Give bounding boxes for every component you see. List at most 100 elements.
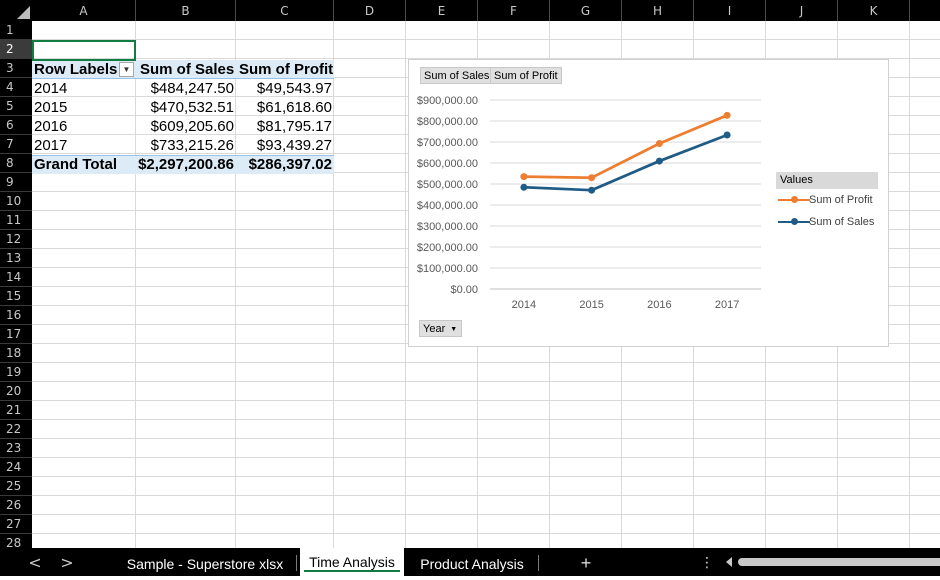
row-header[interactable]: 14 (0, 268, 32, 287)
legend-marker-swatch (791, 218, 798, 225)
grid-row-line (32, 362, 940, 363)
pivot-row-profit[interactable]: $81,795.17 (236, 117, 332, 136)
pivot-row-sales[interactable]: $484,247.50 (136, 79, 234, 98)
year-axis-field-button[interactable]: Year ▼ (419, 320, 463, 337)
row-header[interactable]: 25 (0, 477, 32, 496)
tab-separator (538, 555, 539, 571)
row-header[interactable]: 12 (0, 230, 32, 249)
data-point[interactable] (723, 131, 731, 139)
pivot-row-sales[interactable]: $733,215.26 (136, 136, 234, 155)
pivot-chart[interactable]: Sum of Sales Sum of Profit $0.00 $100,000… (408, 59, 889, 347)
grid-column-line (909, 21, 910, 548)
row-header[interactable]: 17 (0, 325, 32, 344)
sheet-tab-sample-superstore[interactable]: Sample - Superstore xlsx (116, 548, 294, 576)
column-header-a[interactable]: A (32, 0, 136, 21)
row-header[interactable]: 26 (0, 496, 32, 515)
next-sheet-button[interactable]: > (57, 548, 77, 576)
grid-row-line (32, 495, 940, 496)
row-header[interactable]: 8 (0, 154, 32, 173)
data-point[interactable] (588, 174, 596, 182)
row-header[interactable]: 15 (0, 287, 32, 306)
data-point[interactable] (588, 186, 596, 194)
data-point[interactable] (655, 139, 663, 147)
row-header[interactable]: 6 (0, 116, 32, 135)
legend-label: Sum of Sales (809, 216, 875, 228)
column-header-c[interactable]: C (236, 0, 334, 21)
pivot-row-profit[interactable]: $93,439.27 (236, 136, 332, 155)
scrollbar-thumb[interactable] (738, 558, 940, 566)
row-header[interactable]: 1 (0, 21, 32, 40)
scroll-left-icon[interactable] (726, 557, 732, 567)
row-header[interactable]: 3 (0, 59, 32, 78)
x-tick-label: 2016 (647, 299, 671, 311)
pivot-sum-profit-header[interactable]: Sum of Profit (239, 60, 333, 79)
row-header[interactable]: 10 (0, 192, 32, 211)
row-header[interactable]: 18 (0, 344, 32, 363)
grid-row-line (32, 457, 940, 458)
row-header[interactable]: 16 (0, 306, 32, 325)
legend-marker-swatch (791, 196, 798, 203)
previous-sheet-button[interactable]: < (25, 548, 45, 576)
pivot-row-labels-header[interactable]: Row Labels (34, 60, 117, 79)
column-header-h[interactable]: H (622, 0, 694, 21)
column-header-e[interactable]: E (406, 0, 478, 21)
data-point[interactable] (520, 183, 528, 191)
row-header[interactable]: 27 (0, 515, 32, 534)
row-header[interactable]: 20 (0, 382, 32, 401)
dropdown-arrow-icon: ▼ (450, 326, 458, 333)
pivot-row-label[interactable]: 2015 (34, 98, 67, 117)
y-tick-label: $200,000.00 (417, 242, 478, 254)
x-tick-label: 2017 (715, 299, 739, 311)
column-header-g[interactable]: G (550, 0, 622, 21)
x-tick-label: 2014 (512, 299, 536, 311)
add-sheet-button[interactable]: + (576, 548, 596, 576)
column-header-d[interactable]: D (334, 0, 406, 21)
pivot-row-sales[interactable]: $609,205.60 (136, 117, 234, 136)
pivot-grand-total-profit[interactable]: $286,397.02 (236, 155, 332, 174)
select-all-icon (17, 6, 30, 19)
row-header[interactable]: 28 (0, 534, 32, 548)
row-header[interactable]: 7 (0, 135, 32, 154)
column-header-k[interactable]: K (838, 0, 910, 21)
sheet-tab-time-analysis[interactable]: Time Analysis (300, 548, 404, 576)
data-point[interactable] (723, 111, 731, 119)
grid-column-line (405, 21, 406, 548)
sheet-tab-product-analysis[interactable]: Product Analysis (408, 548, 536, 576)
pivot-grand-total-label[interactable]: Grand Total (34, 155, 117, 174)
row-header[interactable]: 19 (0, 363, 32, 382)
row-header[interactable]: 11 (0, 211, 32, 230)
column-header-b[interactable]: B (136, 0, 236, 21)
row-header[interactable]: 23 (0, 439, 32, 458)
horizontal-scrollbar[interactable] (722, 556, 940, 568)
data-point[interactable] (655, 157, 663, 165)
grid-row-line (32, 514, 940, 515)
row-header[interactable]: 22 (0, 420, 32, 439)
pivot-sum-sales-header[interactable]: Sum of Sales (140, 60, 234, 79)
row-header[interactable]: 24 (0, 458, 32, 477)
row-header[interactable]: 4 (0, 78, 32, 97)
select-all-button[interactable] (0, 0, 32, 21)
pivot-row-label[interactable]: 2014 (34, 79, 67, 98)
pivot-row-sales[interactable]: $470,532.51 (136, 98, 234, 117)
column-header-f[interactable]: F (478, 0, 550, 21)
row-labels-filter-button[interactable]: ▼ (119, 62, 134, 77)
column-header-j[interactable]: J (766, 0, 838, 21)
pivot-grand-total-sales[interactable]: $2,297,200.86 (136, 155, 234, 174)
row-header[interactable]: 21 (0, 401, 32, 420)
grid-row-line (32, 476, 940, 477)
column-header-i[interactable]: I (694, 0, 766, 21)
more-options-icon[interactable]: ⋮ (700, 548, 714, 576)
x-tick-label: 2015 (579, 299, 603, 311)
row-header[interactable]: 5 (0, 97, 32, 116)
row-header[interactable]: 9 (0, 173, 32, 192)
pivot-row-label[interactable]: 2017 (34, 136, 67, 155)
data-point[interactable] (520, 173, 528, 181)
pivot-row-profit[interactable]: $49,543.97 (236, 79, 332, 98)
pivot-row-profit[interactable]: $61,618.60 (236, 98, 332, 117)
grid-column-line (333, 21, 334, 548)
pivot-row-label[interactable]: 2016 (34, 117, 67, 136)
y-tick-label: $900,000.00 (417, 95, 478, 107)
row-header[interactable]: 2 (0, 40, 32, 59)
y-tick-label: $0.00 (450, 284, 478, 296)
row-header[interactable]: 13 (0, 249, 32, 268)
